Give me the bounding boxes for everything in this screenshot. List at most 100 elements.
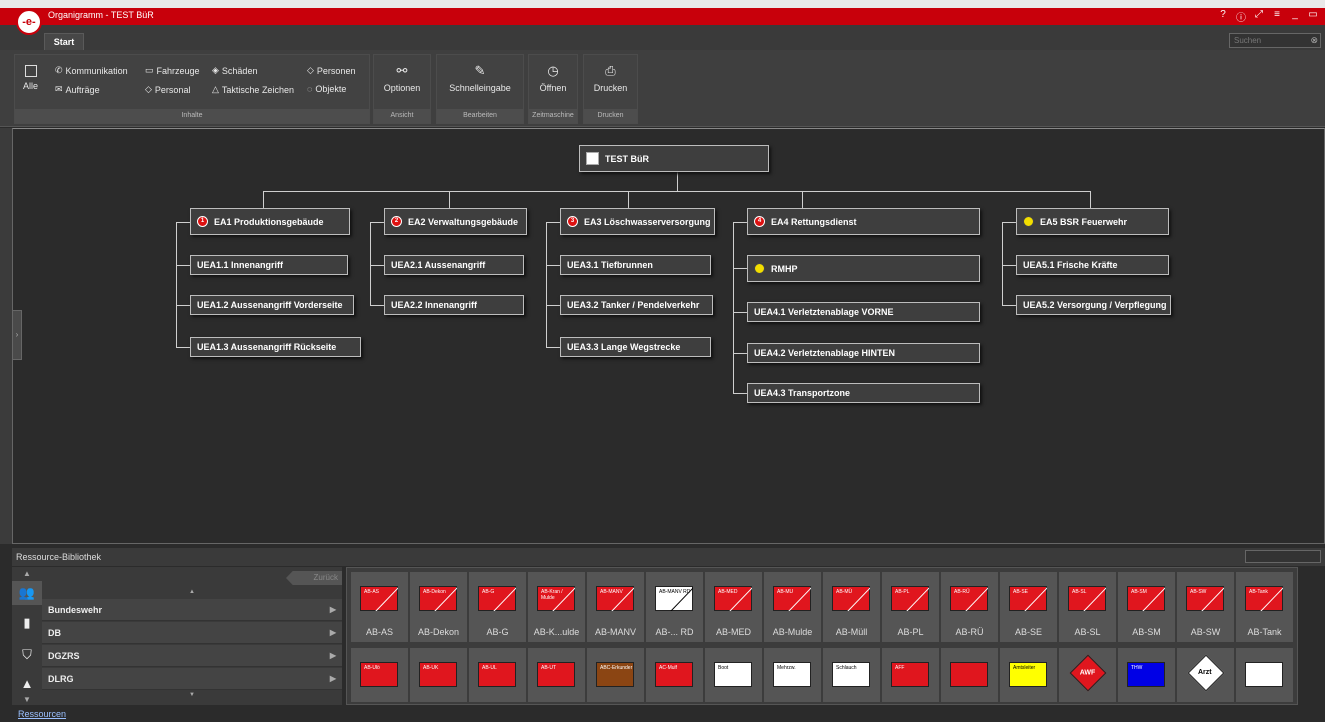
org-node-root[interactable]: TEST BüR [579,145,769,172]
resource-item[interactable]: AFF [882,648,939,702]
search-input[interactable]: Suchen ⊗ [1229,33,1321,48]
connector [733,222,747,223]
scroll-down-icon[interactable]: ▼ [12,693,42,705]
auftraege-button[interactable]: ✉ Aufträge [55,84,100,95]
resource-item[interactable] [941,648,998,702]
org-node-uea41[interactable]: UEA4.1 Verletztenablage VORNE [747,302,980,322]
org-node-uea31[interactable]: UEA3.1 Tiefbrunnen [560,255,711,275]
optionen-button[interactable]: ⚯ Optionen [374,63,430,93]
resource-item[interactable]: AB-G AB-G [469,572,526,642]
resource-item[interactable]: Boot [705,648,762,702]
resource-item[interactable]: AB-Kran / Mulde AB-K...ulde [528,572,585,642]
tab-start[interactable]: Start [44,33,84,51]
resource-item[interactable]: AB-Tank AB-Tank [1236,572,1293,642]
list-scroll-up-icon[interactable]: ▲ [42,589,342,598]
kommunikation-button[interactable]: ✆ Kommunikation [55,65,128,76]
category-item-db[interactable]: DB ▶ [42,622,342,644]
extinguisher-icon[interactable]: ▮ [12,611,42,635]
resource-item[interactable]: Arzt [1177,648,1234,702]
org-node-uea33[interactable]: UEA3.3 Lange Wegstrecke [560,337,711,357]
org-node-uea42[interactable]: UEA4.2 Verletztenablage HINTEN [747,343,980,363]
resource-item[interactable]: AB-SL AB-SL [1059,572,1116,642]
resource-item[interactable]: AB-AS AB-AS [351,572,408,642]
connector [176,265,190,266]
minimize-icon[interactable]: _ [1289,9,1301,24]
org-node-uea43[interactable]: UEA4.3 Transportzone [747,383,980,403]
objekte-button[interactable]: ◌ Objekte [307,84,346,94]
personal-button[interactable]: ◇ Personal [145,84,190,95]
alle-button[interactable]: Alle [23,65,38,91]
clear-search-icon[interactable]: ⊗ [1310,34,1318,47]
resource-item[interactable]: AB-RÜ AB-RÜ [941,572,998,642]
org-node-uea32[interactable]: UEA3.2 Tanker / Pendelverkehr [560,295,713,315]
oeffnen-button[interactable]: ◷ Öffnen [529,63,577,93]
people-icon[interactable]: 👥 [12,581,42,605]
resource-item[interactable]: AB-MÜ AB-Müll [823,572,880,642]
resource-item[interactable]: THW [1118,648,1175,702]
resource-item[interactable]: AB-UT [528,648,585,702]
object-icon: ◌ [307,84,313,94]
connector [176,305,190,306]
resource-item[interactable]: AB-MANV AB-MANV [587,572,644,642]
resource-item[interactable]: AB-SM AB-SM [1118,572,1175,642]
resource-item[interactable]: Amtsleiter [1000,648,1057,702]
info-icon[interactable]: ⓘ [1235,9,1247,24]
resource-item[interactable]: AB-UL [469,648,526,702]
org-node-uea12[interactable]: UEA1.2 Aussenangriff Vorderseite [190,295,354,315]
org-node-ea2[interactable]: 2 EA2 Verwaltungsgebäude [384,208,527,235]
resource-item[interactable]: Schlauch [823,648,880,702]
resource-item[interactable]: AB-Ulö [351,648,408,702]
category-item-dgzrs[interactable]: DGZRS ▶ [42,645,342,667]
resource-item[interactable]: AB-MED AB-MED [705,572,762,642]
back-button[interactable]: Zurück [286,571,342,585]
app-logo[interactable]: -e- [16,9,42,35]
resource-item[interactable]: AB-UK [410,648,467,702]
resource-tag: Boot [718,665,729,671]
org-node-ea3[interactable]: 3 EA3 Löschwasserversorgung [560,208,715,235]
fullscreen-icon[interactable]: ⤢ [1253,9,1265,24]
resource-item[interactable] [1236,648,1293,702]
resource-item[interactable]: AC-Mulf [646,648,703,702]
fahrzeuge-button[interactable]: ▭ Fahrzeuge [145,65,200,76]
resource-item[interactable]: AB-MANV RD AB-... RD [646,572,703,642]
org-node-uea13[interactable]: UEA1.3 Aussenangriff Rückseite [190,337,361,357]
resource-item[interactable]: Mehrzw. [764,648,821,702]
library-search-input[interactable] [1245,550,1321,563]
category-item-bundeswehr[interactable]: Bundeswehr ▶ [42,599,342,621]
org-node-uea52[interactable]: UEA5.2 Versorgung / Verpflegung [1016,295,1171,315]
warning-icon[interactable]: ▲ [12,671,42,695]
org-node-uea51[interactable]: UEA5.1 Frische Kräfte [1016,255,1169,275]
org-node-ea4[interactable]: 4 EA4 Rettungsdienst [747,208,980,235]
help-icon[interactable]: ? [1217,9,1229,24]
connector [263,191,264,208]
resource-item[interactable]: AB-PL AB-PL [882,572,939,642]
list-scroll-down-icon[interactable]: ▼ [42,692,342,701]
category-item-dlrg[interactable]: DLRG ▶ [42,668,342,690]
org-node-uea21[interactable]: UEA2.1 Aussenangriff [384,255,524,275]
schnelleingabe-button[interactable]: ✎ Schnelleingabe [437,63,523,93]
org-node-ea1[interactable]: 1 EA1 Produktionsgebäude [190,208,350,235]
shield-icon[interactable]: ⛉ [12,643,42,667]
org-node-uea11[interactable]: UEA1.1 Innenangriff [190,255,348,275]
org-node-uea22[interactable]: UEA2.2 Innenangriff [384,295,524,315]
resource-item[interactable]: AWF [1059,648,1116,702]
personen-button[interactable]: ◇ Personen [307,65,355,76]
scroll-up-icon[interactable]: ▲ [12,567,42,579]
schaeden-button[interactable]: ◈ Schäden [212,65,257,76]
resource-item[interactable]: AB-SW AB-SW [1177,572,1234,642]
drucken-button[interactable]: ⎙ Drucken [584,63,637,93]
connector [370,222,371,306]
resource-label: AB-SM [1132,627,1161,637]
taktische-zeichen-button[interactable]: △ Taktische Zeichen [212,84,294,95]
resource-item[interactable]: AB-MU AB-Mulde [764,572,821,642]
restore-icon[interactable]: ▭ [1307,9,1319,24]
expand-panel-toggle[interactable]: › [12,310,22,360]
ressourcen-link[interactable]: Ressourcen [18,709,66,719]
org-node-rmhp[interactable]: RMHP [747,255,980,282]
resource-item[interactable]: AB-Dekon AB-Dekon [410,572,467,642]
resource-item[interactable]: AB-SE AB-SE [1000,572,1057,642]
resource-item[interactable]: ABC-Erkunder [587,648,644,702]
menu-icon[interactable]: ≡ [1271,9,1283,24]
org-node-ea5[interactable]: EA5 BSR Feuerwehr [1016,208,1169,235]
chevron-right-icon: ▶ [329,605,336,614]
